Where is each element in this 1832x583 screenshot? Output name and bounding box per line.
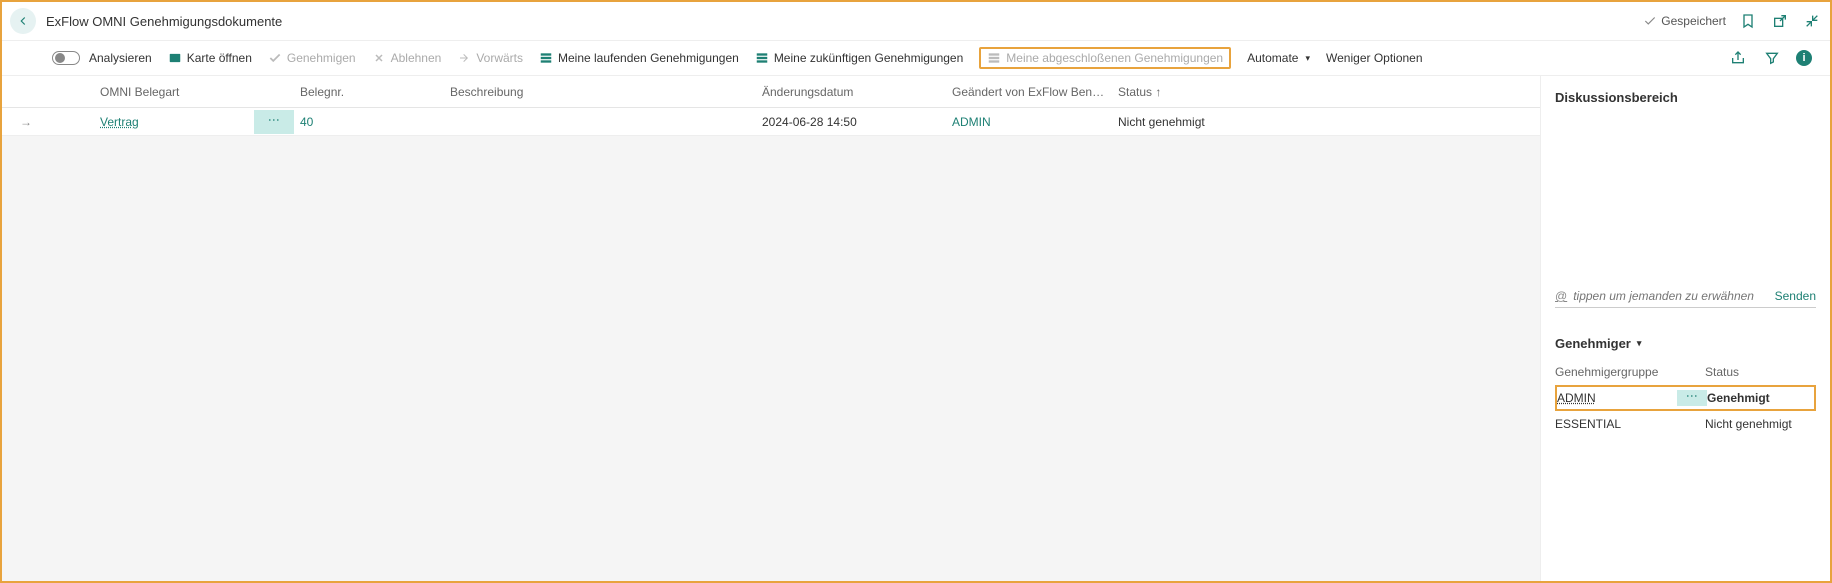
my-running-label: Meine laufenden Genehmigungen <box>558 51 739 65</box>
forward-button[interactable]: Vorwärts <box>457 51 523 65</box>
approver-section-header[interactable]: Genehmiger ▾ <box>1555 336 1816 351</box>
check-icon <box>268 51 282 65</box>
filter-icon <box>1764 50 1780 66</box>
collapse-icon <box>1804 13 1820 29</box>
x-icon <box>372 51 386 65</box>
col-changed-by[interactable]: Geändert von ExFlow Benutzername <box>946 79 1112 105</box>
col-doc-type[interactable]: OMNI Belegart <box>94 79 254 105</box>
bookmark-icon <box>1740 13 1756 29</box>
titlebar: ExFlow OMNI Genehmigungsdokumente Gespei… <box>2 2 1830 40</box>
saved-label: Gespeichert <box>1661 14 1726 28</box>
share-button[interactable] <box>1728 48 1748 68</box>
toggle-icon <box>52 51 80 65</box>
col-status[interactable]: Status ↑ <box>1112 79 1252 105</box>
changed-by[interactable]: ADMIN <box>946 111 1112 133</box>
my-future-button[interactable]: Meine zukünftigen Genehmigungen <box>755 51 963 65</box>
approve-label: Genehmigen <box>287 51 356 65</box>
automate-menu[interactable]: Automate ▾ <box>1247 51 1310 65</box>
approver-status: Genehmigt <box>1707 391 1817 405</box>
list-icon <box>755 51 769 65</box>
back-button[interactable] <box>10 8 36 34</box>
mention-input[interactable] <box>1573 289 1768 303</box>
reject-label: Ablehnen <box>391 51 442 65</box>
list-icon <box>987 51 1001 65</box>
my-future-label: Meine zukünftigen Genehmigungen <box>774 51 963 65</box>
doc-no[interactable]: 40 <box>294 111 444 133</box>
row-arrow-icon: → <box>2 111 50 133</box>
analyze-label: Analysieren <box>89 51 152 65</box>
fewer-options-label: Weniger Optionen <box>1326 51 1423 65</box>
open-card-label: Karte öffnen <box>187 51 252 65</box>
approver-row[interactable]: ADMIN ⋮ Genehmigt <box>1555 385 1816 411</box>
approver-table-header: Genehmigergruppe Status <box>1555 365 1816 379</box>
automate-label: Automate <box>1247 51 1298 65</box>
reject-button[interactable]: Ablehnen <box>372 51 442 65</box>
change-date: 2024-06-28 14:50 <box>756 111 946 133</box>
vertical-dots-icon: ⋮ <box>1686 390 1698 403</box>
mention-row: @ Senden <box>1555 285 1816 308</box>
send-button[interactable]: Senden <box>1775 289 1816 303</box>
popout-button[interactable] <box>1770 11 1790 31</box>
my-closed-label: Meine abgeschloßenen Genehmigungen <box>1006 51 1223 65</box>
vertical-dots-icon: ⋮ <box>268 114 280 127</box>
info-icon: i <box>1802 52 1805 64</box>
forward-label: Vorwärts <box>476 51 523 65</box>
card-icon <box>168 51 182 65</box>
row-menu-button[interactable]: ⋮ <box>254 110 294 134</box>
approve-button[interactable]: Genehmigen <box>268 51 356 65</box>
doc-type-link[interactable]: Vertrag <box>100 115 139 129</box>
page-title: ExFlow OMNI Genehmigungsdokumente <box>46 14 282 29</box>
bookmark-button[interactable] <box>1738 11 1758 31</box>
my-running-button[interactable]: Meine laufenden Genehmigungen <box>539 51 739 65</box>
status-value: Nicht genehmigt <box>1112 111 1252 133</box>
share-icon <box>1730 50 1746 66</box>
arrow-left-icon <box>16 14 30 28</box>
approver-title: Genehmiger <box>1555 336 1631 351</box>
popout-icon <box>1772 13 1788 29</box>
fewer-options-button[interactable]: Weniger Optionen <box>1326 51 1423 65</box>
grid-header: OMNI Belegart Belegnr. Beschreibung Ände… <box>2 76 1540 108</box>
filter-button[interactable] <box>1762 48 1782 68</box>
approver-col-status: Status <box>1705 365 1815 379</box>
collapse-button[interactable] <box>1802 11 1822 31</box>
approver-status: Nicht genehmigt <box>1705 417 1815 431</box>
approver-group-link[interactable]: ADMIN <box>1557 391 1596 405</box>
discussion-title: Diskussionsbereich <box>1555 90 1816 105</box>
description <box>444 118 756 126</box>
chevron-down-icon: ▾ <box>1637 338 1642 349</box>
col-description[interactable]: Beschreibung <box>444 79 756 105</box>
saved-indicator: Gespeichert <box>1643 14 1726 28</box>
approver-group: ESSENTIAL <box>1555 417 1675 431</box>
approver-col-group: Genehmigergruppe <box>1555 365 1675 379</box>
forward-icon <box>457 51 471 65</box>
col-doc-no[interactable]: Belegnr. <box>294 79 444 105</box>
check-icon <box>1643 14 1657 28</box>
table-row[interactable]: → Vertrag ⋮ 40 2024-06-28 14:50 ADMIN Ni… <box>2 108 1540 136</box>
col-change-date[interactable]: Änderungsdatum <box>756 79 946 105</box>
my-closed-button[interactable]: Meine abgeschloßenen Genehmigungen <box>979 47 1231 69</box>
row-menu-button[interactable]: ⋮ <box>1677 390 1707 406</box>
at-icon[interactable]: @ <box>1555 289 1567 303</box>
toolbar: Analysieren Karte öffnen Genehmigen Able… <box>2 40 1830 76</box>
list-icon <box>539 51 553 65</box>
main-area: OMNI Belegart Belegnr. Beschreibung Ände… <box>2 76 1540 581</box>
info-button[interactable]: i <box>1796 50 1812 66</box>
side-panel: Diskussionsbereich @ Senden Genehmiger ▾… <box>1540 76 1830 581</box>
open-card-button[interactable]: Karte öffnen <box>168 51 252 65</box>
discussion-body <box>1555 115 1816 285</box>
analyze-toggle[interactable]: Analysieren <box>52 51 152 65</box>
approver-row[interactable]: ESSENTIAL Nicht genehmigt <box>1555 411 1816 437</box>
chevron-down-icon: ▾ <box>1305 53 1310 64</box>
